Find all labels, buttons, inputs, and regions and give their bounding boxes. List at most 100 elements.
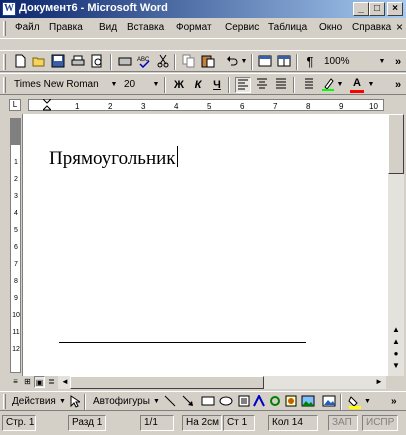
align-center-icon[interactable] — [254, 77, 270, 93]
menu-file[interactable]: Файл — [15, 22, 40, 33]
vruler-number: 1 — [14, 159, 18, 166]
font-combo[interactable]: Times New Roman — [12, 77, 106, 93]
columns-icon[interactable] — [276, 54, 292, 70]
table-icon[interactable] — [257, 54, 273, 70]
clipart-icon[interactable] — [285, 395, 297, 412]
vertical-scroll-thumb[interactable] — [388, 114, 404, 174]
undo-dropdown[interactable]: ▼ — [240, 54, 248, 70]
vruler-number: 6 — [14, 244, 18, 251]
status-track-changes[interactable]: ИСПР — [362, 415, 398, 431]
undo-icon[interactable] — [224, 54, 240, 70]
textbox-icon[interactable] — [238, 395, 250, 412]
tab-selector[interactable]: L — [9, 99, 21, 111]
picture-icon-2[interactable] — [322, 395, 336, 412]
highlight-icon[interactable] — [320, 77, 336, 93]
scroll-left-arrow[interactable]: ◄ — [60, 376, 70, 390]
bullets-icon[interactable] — [299, 77, 315, 93]
research-icon[interactable] — [117, 54, 133, 70]
vruler-number: 10 — [12, 312, 20, 319]
toolbar-options-button[interactable]: » — [390, 54, 406, 70]
menu-format[interactable]: Формат — [176, 22, 212, 33]
next-page-icon[interactable]: ▼ — [388, 360, 404, 374]
font-color-icon[interactable]: А — [349, 77, 365, 93]
status-pages: 1/1 — [140, 415, 174, 431]
ruler-number: 2 — [108, 102, 113, 111]
toolbar-grip[interactable] — [3, 77, 6, 93]
font-color-dropdown[interactable]: ▼ — [367, 77, 375, 93]
autoshapes-menu[interactable]: Автофигуры — [93, 395, 150, 409]
minimize-button[interactable]: _ — [353, 2, 369, 16]
toolbar-options-button[interactable]: » — [390, 77, 406, 93]
maximize-button[interactable]: □ — [369, 2, 385, 16]
horizontal-scrollbar[interactable]: ◄ ► — [58, 376, 386, 389]
zoom-combo[interactable]: 100% — [322, 54, 366, 70]
rectangle-icon[interactable] — [201, 395, 215, 412]
left-indent-marker[interactable] — [41, 98, 53, 111]
menu-edit[interactable]: Правка — [49, 22, 83, 33]
toolbar-options-button[interactable]: » — [391, 395, 397, 409]
new-icon[interactable] — [12, 54, 28, 70]
close-document-button[interactable]: × — [396, 20, 403, 34]
print-layout-icon[interactable]: ▣ — [34, 376, 45, 388]
autoshapes-arrow[interactable]: ▼ — [153, 395, 160, 409]
vertical-ruler[interactable]: 1 2 3 4 5 6 7 8 9 10 11 12 — [10, 118, 21, 373]
bold-button[interactable]: Ж — [171, 77, 187, 93]
horizontal-scroll-thumb[interactable] — [70, 376, 264, 389]
menu-help[interactable]: Справка — [352, 22, 391, 33]
horizontal-ruler[interactable]: 1 2 3 4 5 6 7 8 9 10 — [28, 98, 384, 111]
document-body[interactable]: Прямоугольник — [49, 146, 178, 170]
draw-actions-menu[interactable]: Действия — [12, 395, 56, 409]
line-icon[interactable] — [164, 395, 176, 412]
spelling-icon[interactable]: ABC — [136, 54, 152, 70]
vertical-scrollbar[interactable]: ▲ ▲ ● ▼ — [388, 114, 404, 376]
italic-button[interactable]: К — [190, 77, 206, 93]
drawn-line[interactable] — [59, 342, 306, 343]
align-left-icon[interactable] — [235, 77, 251, 93]
vruler-number: 4 — [14, 210, 18, 217]
font-size-combo[interactable]: 20 — [122, 77, 146, 93]
menu-insert[interactable]: Вставка — [127, 22, 164, 33]
menu-window[interactable]: Окно — [319, 22, 342, 33]
menu-table[interactable]: Таблица — [268, 22, 307, 33]
fill-color-dropdown[interactable]: ▼ — [364, 395, 371, 409]
pilcrow-icon[interactable]: ¶ — [302, 54, 318, 70]
wordart-icon[interactable] — [253, 393, 265, 412]
document-page[interactable]: Прямоугольник — [22, 114, 388, 376]
diagram-icon[interactable] — [269, 395, 281, 412]
picture-icon[interactable] — [301, 395, 315, 412]
font-dropdown[interactable]: ▼ — [110, 77, 118, 93]
outline-view-icon[interactable]: ≣ — [46, 376, 57, 388]
fill-color-icon[interactable] — [348, 395, 362, 414]
justify-icon[interactable] — [273, 77, 289, 93]
cut-icon[interactable] — [155, 54, 171, 70]
toolbar-grip[interactable] — [3, 54, 6, 70]
copy-icon[interactable] — [181, 54, 197, 70]
print-icon[interactable] — [70, 54, 86, 70]
top-margin-band — [11, 119, 20, 145]
scroll-right-arrow[interactable]: ► — [374, 376, 384, 390]
print-preview-icon[interactable] — [89, 54, 105, 70]
menu-grip[interactable] — [3, 21, 6, 36]
drawing-toolbar: Действия ▼ Автофигуры ▼ ▼ » — [0, 391, 406, 411]
normal-view-icon[interactable]: ≡ — [10, 376, 21, 388]
status-record-macro[interactable]: ЗАП — [328, 415, 358, 431]
menu-view[interactable]: Вид — [99, 22, 117, 33]
web-view-icon[interactable]: ⊞ — [22, 376, 33, 388]
save-icon[interactable] — [50, 54, 66, 70]
arrow-icon[interactable] — [182, 395, 194, 412]
menu-tools[interactable]: Сервис — [225, 22, 259, 33]
word-app-icon[interactable]: W — [2, 2, 16, 16]
underline-button[interactable]: Ч — [209, 77, 225, 93]
draw-actions-arrow[interactable]: ▼ — [59, 395, 66, 409]
oval-icon[interactable] — [219, 395, 233, 412]
toolbar-separator — [340, 394, 342, 410]
zoom-dropdown[interactable]: ▼ — [378, 54, 386, 70]
paste-icon[interactable] — [200, 54, 216, 70]
font-size-dropdown[interactable]: ▼ — [152, 77, 160, 93]
vruler-number: 11 — [12, 329, 20, 336]
open-icon[interactable] — [31, 54, 47, 70]
select-objects-icon[interactable] — [70, 395, 82, 413]
toolbar-grip[interactable] — [3, 394, 6, 409]
close-button[interactable]: × — [387, 2, 403, 16]
highlight-dropdown[interactable]: ▼ — [336, 77, 344, 93]
